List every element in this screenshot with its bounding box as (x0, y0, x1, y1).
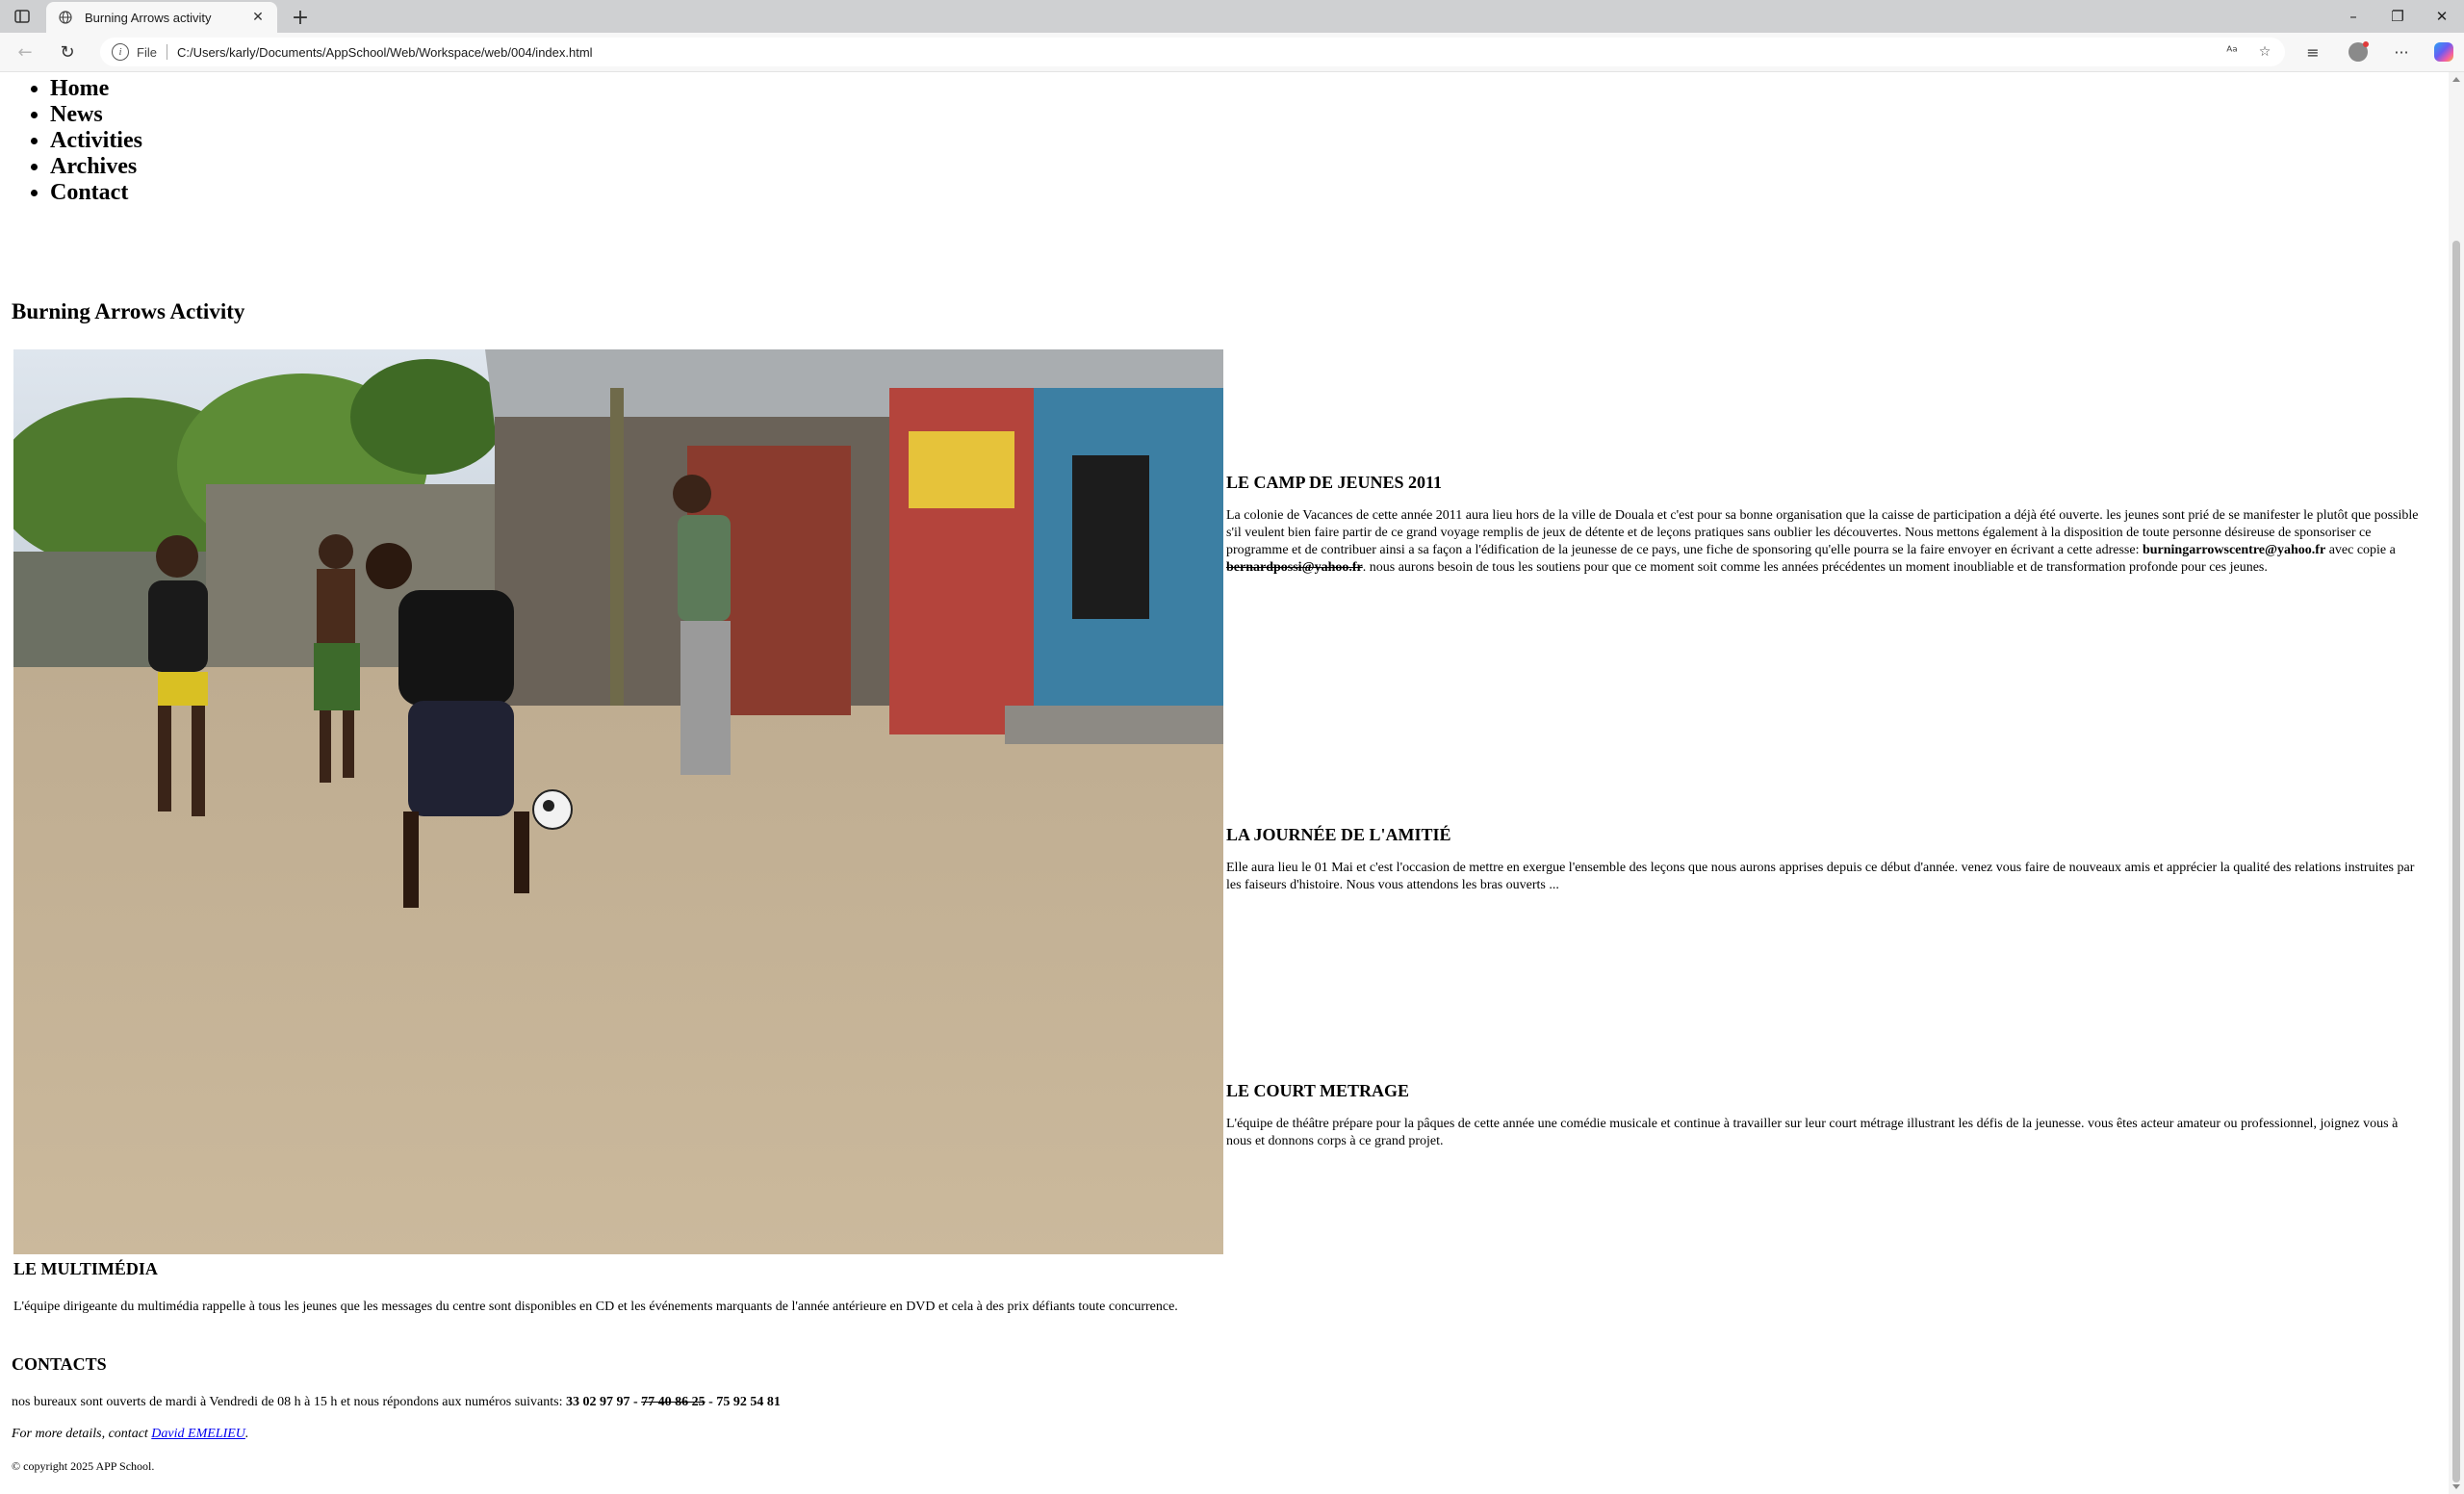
arrow-left-icon: ← (17, 41, 33, 63)
email-copy-struck: bernardpossi@yahoo.fr (1226, 560, 1363, 575)
restore-button[interactable]: ❐ (2375, 0, 2420, 33)
nav-item-home[interactable]: Home (50, 76, 142, 102)
phone-number: 75 92 54 81 (716, 1395, 781, 1409)
page-title: Burning Arrows Activity (12, 299, 245, 323)
section-text-contacts: nos bureaux sont ouverts de mardi à Vend… (12, 1395, 781, 1410)
read-aloud-icon[interactable]: ᴬᵃ (2220, 41, 2245, 63)
more-dots-icon: ··· (2394, 42, 2409, 62)
reload-button[interactable]: ↻ (54, 40, 81, 64)
address-toolbar: ← ↻ i File C:/Users/karly/Documents/AppS… (0, 33, 2464, 72)
tab-list-icon (14, 10, 30, 23)
favorites-button[interactable]: ≡ (2298, 39, 2327, 64)
profile-button[interactable] (2344, 39, 2373, 64)
globe-icon (58, 10, 73, 25)
favorites-list-icon: ≡ (2306, 42, 2320, 62)
minimize-icon: – (2349, 8, 2357, 25)
restore-icon: ❐ (2391, 8, 2404, 25)
scroll-down-arrow-icon[interactable] (2452, 1484, 2460, 1489)
phone-separator: - (629, 1395, 642, 1409)
favorite-star-icon[interactable]: ☆ (2252, 41, 2277, 63)
tab-actions-menu-button[interactable] (10, 6, 35, 27)
settings-menu-button[interactable]: ··· (2387, 39, 2416, 64)
nav-item-contact[interactable]: Contact (50, 180, 142, 206)
section-text-court: L'équipe de théâtre prépare pour la pâqu… (1226, 1117, 2399, 1148)
close-icon: ✕ (2435, 8, 2449, 25)
contact-details-line: For more details, contact David EMELIEU. (12, 1427, 248, 1442)
tab-bar: Burning Arrows activity ✕ + – ❐ ✕ (0, 0, 2464, 33)
nav-label[interactable]: Home (50, 76, 109, 101)
plus-icon: + (291, 5, 310, 30)
section-text-multimedia: L'équipe dirigeante du multimédia rappel… (13, 1300, 1178, 1314)
new-tab-button[interactable]: + (287, 5, 314, 30)
contacts-text: nos bureaux sont ouverts de mardi à Vend… (12, 1395, 566, 1409)
nav-item-activities[interactable]: Activities (50, 128, 142, 154)
football-scene-image (13, 349, 1223, 1254)
camp-text-part: . nous aurons besoin de tous les soutien… (1362, 560, 2268, 575)
minimize-button[interactable]: – (2331, 0, 2375, 33)
details-prefix: For more details, contact (12, 1427, 152, 1441)
section-heading-camp: LE CAMP DE JEUNES 2011 (1226, 473, 1443, 492)
info-icon[interactable]: i (112, 43, 129, 61)
tab-title: Burning Arrows activity (85, 10, 212, 25)
browser-tab-active[interactable]: Burning Arrows activity ✕ (46, 2, 277, 33)
scroll-up-arrow-icon[interactable] (2452, 77, 2460, 82)
section-text-camp: La colonie de Vacances de cette année 20… (1226, 507, 2425, 577)
section-heading-multimedia: LE MULTIMÉDIA (13, 1259, 158, 1278)
phone-number: 33 02 97 97 (565, 1395, 630, 1409)
nav-label[interactable]: Archives (50, 154, 137, 179)
address-bar[interactable]: i File C:/Users/karly/Documents/AppSchoo… (100, 38, 2285, 66)
nav-item-archives[interactable]: Archives (50, 154, 142, 180)
section-heading-amitie: LA JOURNÉE DE L'AMITIÉ (1226, 825, 1451, 844)
contact-link[interactable]: David EMELIEU (151, 1427, 245, 1441)
page-scrollbar[interactable] (2449, 72, 2464, 1494)
copyright: © copyright 2025 APP School. (12, 1459, 155, 1473)
nav-item-news[interactable]: News (50, 102, 142, 128)
nav-label[interactable]: Activities (50, 128, 142, 153)
section-heading-contacts: CONTACTS (12, 1354, 107, 1374)
nav-label[interactable]: Contact (50, 180, 128, 205)
url-text[interactable]: C:/Users/karly/Documents/AppSchool/Web/W… (177, 45, 2220, 60)
avatar (2348, 41, 2369, 62)
nav-label[interactable]: News (50, 102, 103, 127)
copilot-button[interactable] (2429, 39, 2458, 64)
copilot-icon (2434, 42, 2453, 62)
email-main: burningarrowscentre@yahoo.fr (2142, 543, 2326, 557)
section-text-amitie: Elle aura lieu le 01 Mai et c'est l'occa… (1226, 861, 2415, 892)
section-heading-court: LE COURT METRAGE (1226, 1081, 1410, 1100)
refresh-icon: ↻ (60, 41, 75, 63)
page-viewport: Home News Activities Archives Contact Bu… (0, 72, 2449, 1494)
main-nav: Home News Activities Archives Contact (0, 76, 142, 206)
close-tab-icon[interactable]: ✕ (248, 8, 268, 27)
protocol-label: File (137, 44, 157, 60)
details-suffix: . (244, 1427, 249, 1441)
back-button[interactable]: ← (12, 40, 38, 64)
phone-separator: - (705, 1395, 717, 1409)
close-window-button[interactable]: ✕ (2420, 0, 2464, 33)
phone-number-struck: 77 40 86 25 (641, 1395, 706, 1409)
camp-text-part: avec copie a (2325, 543, 2396, 557)
scrollbar-thumb[interactable] (2452, 241, 2460, 1482)
hero-photo (13, 349, 1223, 1254)
